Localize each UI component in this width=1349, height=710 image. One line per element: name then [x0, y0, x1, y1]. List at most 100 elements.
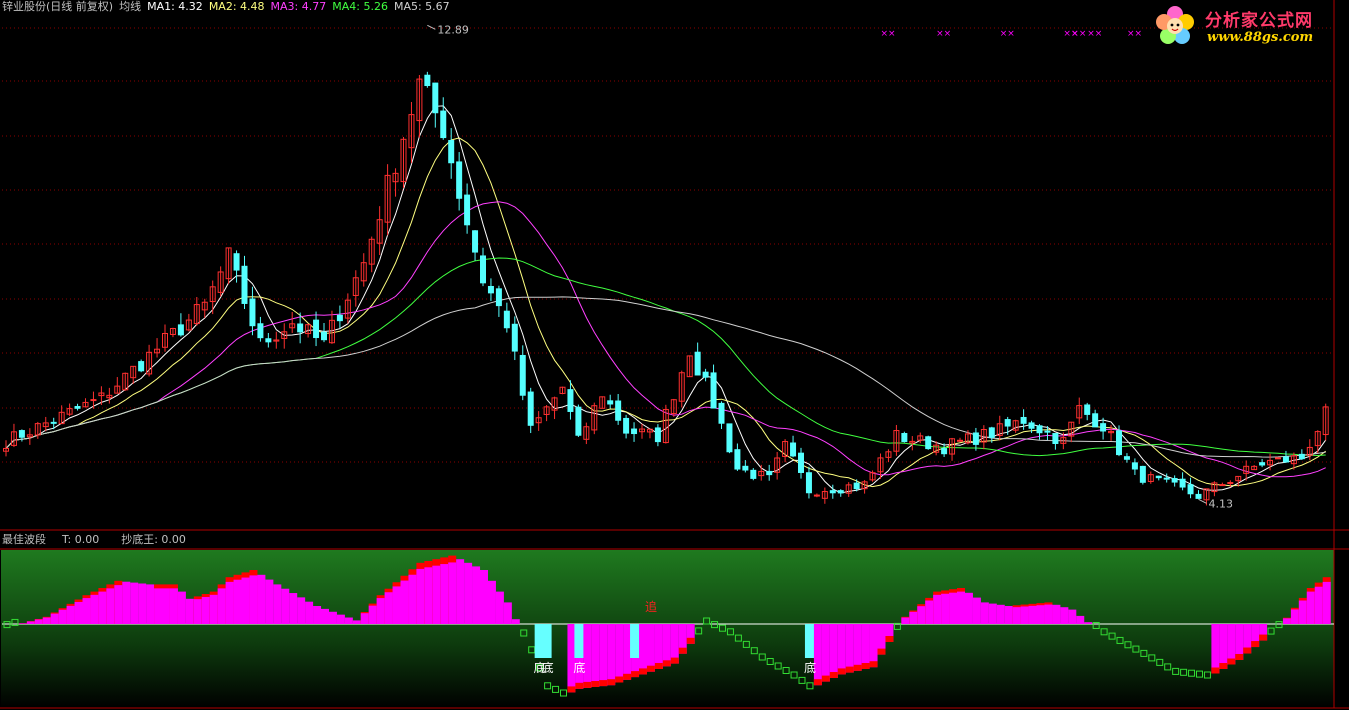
candle-body — [257, 323, 264, 339]
wave-bar-edge — [670, 657, 679, 664]
wave-bar-edge — [599, 680, 608, 687]
candle-body — [448, 140, 455, 164]
wave-bar-edge — [1243, 647, 1252, 654]
wave-bar-core — [901, 617, 910, 624]
wave-bar-core — [18, 623, 27, 624]
candle-body — [694, 351, 701, 376]
signal-marker: ×× — [1127, 29, 1142, 39]
candle-body — [1036, 425, 1043, 434]
candle-body — [805, 472, 812, 494]
ma-legend-item: MA5: 5.67 — [393, 0, 450, 13]
candle-body — [321, 331, 327, 341]
wave-bar-core — [909, 611, 918, 624]
wave-bar — [336, 614, 345, 624]
wave-bar — [1084, 622, 1093, 624]
wave-bar-core — [424, 567, 433, 624]
wave-bar-core — [408, 574, 417, 624]
candle-body — [313, 319, 320, 339]
candle-body — [798, 452, 804, 473]
bottom-signal-bar — [534, 624, 544, 658]
wave-bar-core — [1298, 600, 1307, 624]
wave-bar-core — [360, 613, 369, 624]
candle-body — [750, 469, 757, 479]
wave-bar — [988, 603, 997, 624]
candle-body — [1100, 423, 1107, 432]
wave-bar-core — [233, 579, 242, 624]
wave-bar — [130, 582, 139, 624]
wave-bar-core — [384, 592, 393, 624]
wave-bar — [1004, 606, 1013, 624]
wave-bar — [146, 584, 155, 624]
wave-bar-edge — [1211, 667, 1220, 674]
wave-bar — [487, 580, 496, 624]
candle-body — [1163, 477, 1170, 480]
candle-body — [1116, 430, 1122, 456]
wave-bar — [480, 570, 488, 624]
wave-bar-edge — [1251, 641, 1260, 648]
candle-body — [1179, 478, 1186, 488]
wave-bar — [1211, 624, 1220, 674]
wave-bar-core — [1020, 606, 1029, 624]
candle-body — [1171, 478, 1178, 483]
main-chart-header: 锌业股份(日线 前复权) 均线 MA1: 4.32 MA2: 4.48 MA3: 4.7… — [2, 0, 462, 14]
stock-chart[interactable]: 12.894.13×× ×× ×× ×××× ×× ×× 底底底底追 — [0, 0, 1349, 710]
wave-bar-edge — [567, 686, 576, 693]
wave-bar-edge — [1235, 654, 1244, 660]
candle-body — [233, 253, 240, 271]
candle-body — [837, 490, 844, 494]
candle-body — [440, 110, 447, 139]
price-annotations: 12.894.13×× ×× ×× ×××× ×× ×× — [427, 23, 1233, 510]
wave-bar — [313, 606, 322, 624]
signal-marker: ×× — [1071, 29, 1086, 39]
wave-bar — [472, 566, 481, 624]
candle-body — [1004, 419, 1011, 427]
candle-body — [1227, 482, 1234, 485]
wave-bar — [1068, 609, 1077, 624]
wave-bar-core — [949, 592, 958, 624]
candle-body — [925, 436, 932, 450]
wave-bar-core — [209, 594, 218, 624]
wave-bar — [599, 624, 608, 687]
candle-body — [1044, 430, 1051, 433]
wave-bar-core — [217, 588, 226, 624]
wave-bar-edge — [1227, 658, 1236, 665]
candle-body — [464, 194, 471, 226]
wave-bar-edge — [885, 636, 894, 642]
wave-bar-core — [400, 580, 409, 624]
candle-body — [90, 399, 97, 402]
wave-bar-edge — [1219, 663, 1228, 669]
candle-body — [74, 406, 81, 409]
wave-bar — [1227, 624, 1236, 665]
candle-body — [480, 255, 486, 284]
wave-bar — [464, 562, 473, 624]
wave-bar-edge — [607, 679, 616, 686]
wave-bar — [845, 624, 854, 673]
wave-bar — [321, 608, 329, 624]
candle-body — [1275, 457, 1281, 460]
wave-bar-core — [114, 585, 123, 624]
wave-bar-core — [1044, 604, 1053, 624]
wave-bar-edge — [654, 663, 663, 669]
wave-bar-core — [154, 588, 163, 624]
site-logo: 分析家公式网 www.88gs.com — [1149, 4, 1345, 52]
wave-bar — [861, 624, 870, 669]
wave-bar-core — [90, 594, 99, 624]
wave-bar — [964, 592, 973, 624]
ma-legend: MA1: 4.32 MA2: 4.48 MA3: 4.77 MA4: 5.26 MA5:… — [147, 0, 456, 13]
indicator-title: 最佳波段 — [2, 533, 46, 546]
wave-bar-core — [1028, 605, 1037, 624]
candle-body — [519, 354, 526, 396]
wave-bar-edge — [853, 664, 862, 671]
candle-body — [829, 490, 836, 494]
wave-bar-core — [1282, 618, 1291, 624]
wave-bar-edge — [845, 666, 854, 673]
candle-body — [1052, 433, 1059, 444]
candle-body — [297, 323, 304, 333]
candle-body — [1139, 465, 1146, 483]
candle-body — [702, 371, 709, 378]
wave-bar — [297, 597, 306, 624]
wave-bar-edge — [686, 637, 695, 644]
wave-bar-core — [58, 609, 67, 624]
candle-body — [487, 285, 494, 294]
candle-body — [734, 449, 741, 470]
